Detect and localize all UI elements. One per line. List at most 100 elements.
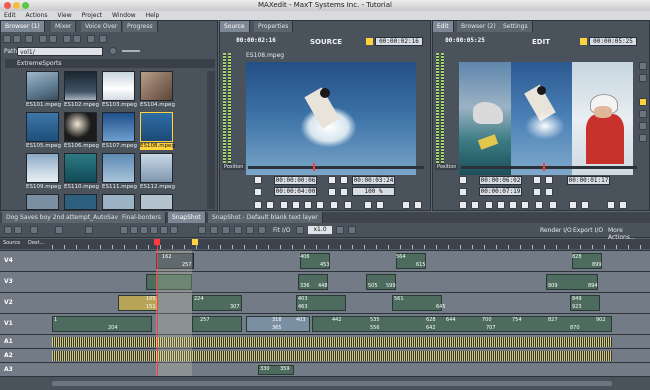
menu-actions[interactable]: Actions — [26, 12, 48, 19]
speed-down-icon[interactable] — [348, 226, 356, 234]
edit-position-slider[interactable] — [461, 166, 637, 169]
menu-project[interactable]: Project — [82, 12, 103, 19]
track-view-icon[interactable] — [4, 226, 12, 234]
thumbnail-es102[interactable] — [64, 71, 97, 101]
mark-out-icon[interactable] — [254, 188, 262, 196]
audio-waveform[interactable] — [52, 351, 612, 361]
tab-settings[interactable]: Settings — [499, 21, 533, 32]
back-icon[interactable] — [3, 35, 11, 43]
edit-video-left[interactable] — [459, 62, 511, 175]
source-in-field[interactable]: 00:00:00:06 — [274, 176, 317, 185]
fit-io-label[interactable]: Fit I/O — [273, 227, 290, 234]
source-out-field[interactable]: 00:00:03:24 — [352, 176, 395, 185]
source-zoom-field[interactable]: 100 % — [352, 187, 395, 196]
export-frame-icon[interactable] — [545, 188, 553, 196]
rewind-icon[interactable] — [485, 201, 493, 209]
copy-icon[interactable] — [140, 226, 148, 234]
tab-properties[interactable]: Properties — [254, 21, 294, 32]
folder-header[interactable]: ExtremeSports — [5, 59, 215, 68]
menu-window[interactable]: Window — [112, 12, 136, 19]
timeline-clip[interactable] — [312, 316, 612, 332]
tab-browser-2[interactable]: Browser (2) — [457, 21, 501, 32]
safe-area-icon[interactable] — [639, 62, 647, 70]
timeline-playhead[interactable] — [157, 239, 158, 376]
edit-playhead[interactable] — [543, 163, 545, 171]
rewind-icon[interactable] — [280, 201, 288, 209]
thumbnail-es104[interactable] — [140, 71, 173, 101]
play-icon[interactable] — [304, 201, 312, 209]
minimize-window-button[interactable] — [13, 2, 20, 9]
zoom-in-icon[interactable] — [234, 226, 242, 234]
step-back-icon[interactable] — [266, 201, 274, 209]
go-to-start-icon[interactable] — [459, 201, 467, 209]
marker-icon[interactable] — [198, 226, 206, 234]
play-around-icon[interactable] — [296, 226, 304, 234]
snap-icon[interactable] — [210, 226, 218, 234]
step-forward-icon[interactable] — [535, 201, 543, 209]
tab-browser[interactable]: Browser (1) — [1, 21, 45, 32]
thumbnail-es108[interactable] — [140, 112, 173, 142]
paste-icon[interactable] — [150, 226, 158, 234]
go-to-start-icon[interactable] — [254, 201, 262, 209]
thumbnail-es112[interactable] — [140, 153, 173, 183]
thumbnail-es109[interactable] — [26, 153, 59, 183]
thumbnail-es110[interactable] — [64, 153, 97, 183]
loop-playback-icon[interactable] — [619, 201, 627, 209]
search-icon[interactable] — [73, 35, 81, 43]
tab-mixer[interactable]: Mixer — [51, 21, 77, 32]
clip-icon[interactable] — [533, 188, 541, 196]
arrow-tool-icon[interactable] — [30, 226, 38, 234]
fast-forward-icon[interactable] — [316, 201, 324, 209]
thumbnail-partial[interactable] — [26, 194, 59, 210]
audio-view-icon[interactable] — [14, 226, 22, 234]
grid-icon[interactable] — [222, 226, 230, 234]
tab-final-borders[interactable]: Final-borders — [118, 212, 166, 223]
lift-icon[interactable] — [569, 201, 577, 209]
overwrite-icon[interactable] — [376, 201, 384, 209]
close-window-button[interactable] — [4, 2, 11, 9]
timeline-ruler[interactable]: Source Dest... — [0, 239, 650, 249]
up-icon[interactable] — [13, 35, 21, 43]
source-position-slider[interactable] — [248, 166, 424, 169]
loop-playback-icon[interactable] — [414, 201, 422, 209]
audio-waveform[interactable] — [52, 337, 612, 347]
thumb-size-slider[interactable] — [122, 50, 140, 52]
undo-icon[interactable] — [55, 226, 63, 234]
source-duration-field[interactable]: 00:00:04:00 — [274, 187, 317, 196]
edit-video-right[interactable] — [572, 62, 633, 175]
menu-view[interactable]: View — [57, 12, 71, 19]
new-folder-icon[interactable] — [25, 35, 33, 43]
edit-video-center[interactable] — [511, 62, 572, 175]
trim-icon[interactable] — [607, 201, 615, 209]
mark-in-icon[interactable] — [254, 176, 262, 184]
zoom-window-button[interactable] — [22, 2, 29, 9]
link-icon[interactable] — [170, 226, 178, 234]
layers-icon[interactable] — [639, 110, 647, 118]
export-io-button[interactable]: Export I/O — [573, 227, 603, 234]
loop-icon[interactable] — [340, 176, 348, 184]
thumbnail-es103[interactable] — [102, 71, 135, 101]
zoom-out-icon[interactable] — [246, 226, 254, 234]
thumbnail-es105[interactable] — [26, 112, 59, 142]
timeline-clip[interactable] — [52, 316, 152, 332]
match-frame-icon[interactable] — [328, 176, 336, 184]
ripple-icon[interactable] — [85, 226, 93, 234]
info-icon[interactable] — [109, 47, 117, 55]
import-icon[interactable] — [87, 35, 95, 43]
tab-progress[interactable]: Progress — [123, 21, 158, 32]
thumbnail-es101[interactable] — [26, 71, 59, 101]
path-field[interactable]: vol1/ — [17, 47, 103, 56]
thumbnail-es107[interactable] — [102, 112, 135, 142]
in-point-marker[interactable] — [192, 239, 198, 245]
source-timecode-field[interactable]: 00:00:02:16 — [375, 37, 423, 46]
tab-snapshot[interactable]: SnapShot — [168, 212, 206, 223]
match-frame-icon[interactable] — [533, 176, 541, 184]
fast-forward-icon[interactable] — [521, 201, 529, 209]
timeline-scrollbar[interactable] — [52, 381, 612, 386]
tab-voice-over[interactable]: Voice Over — [81, 21, 123, 32]
stop-icon[interactable] — [292, 201, 300, 209]
thumbnail-partial[interactable] — [140, 194, 173, 210]
mark-out-icon[interactable] — [459, 188, 467, 196]
thumbnail-es111[interactable] — [102, 153, 135, 183]
replace-icon[interactable] — [402, 201, 410, 209]
